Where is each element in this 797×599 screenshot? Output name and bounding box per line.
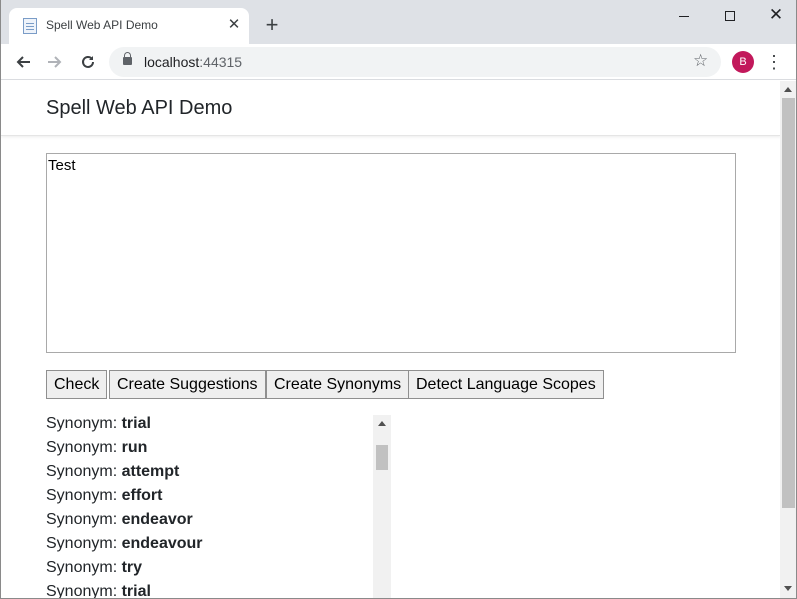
synonym-label: Synonym: (46, 559, 122, 576)
synonym-label: Synonym: (46, 487, 122, 504)
synonym-word: run (121, 439, 148, 456)
forward-arrow-icon (48, 56, 62, 68)
synonym-label: Synonym: (46, 439, 122, 456)
synonym-label: Synonym: (46, 511, 122, 528)
synonym-label: Synonym: (46, 415, 122, 432)
synonym-word: trial (121, 415, 151, 432)
synonym-label: Synonym: (46, 583, 122, 599)
scroll-up-arrow-icon[interactable] (378, 421, 386, 426)
create-suggestions-button[interactable]: Create Suggestions (109, 370, 266, 399)
synonym-result-row: Synonym: trial (46, 415, 391, 439)
browser-menu-icon[interactable]: ⋮ (764, 50, 784, 74)
lock-icon (123, 52, 132, 65)
back-button[interactable] (9, 48, 37, 76)
synonym-word: endeavor (121, 511, 193, 528)
synonym-word: endeavour (121, 535, 203, 552)
page-title[interactable]: Spell Web API Demo (46, 97, 232, 120)
minimize-button[interactable] (661, 0, 707, 30)
maximize-button[interactable] (707, 0, 753, 30)
profile-avatar[interactable]: B (732, 51, 754, 73)
synonym-word: trial (121, 583, 151, 599)
back-arrow-icon (16, 56, 30, 68)
page-navbar: Spell Web API Demo (1, 81, 781, 136)
synonym-result-row: Synonym: try (46, 559, 391, 583)
synonym-result-row: Synonym: run (46, 439, 391, 463)
new-tab-button[interactable]: + (261, 14, 283, 37)
minimize-icon (679, 15, 689, 17)
maximize-icon (725, 11, 735, 22)
results-list: Synonym: trial Synonym: run Synonym: attem… (46, 415, 391, 599)
url-host: localhost (144, 54, 200, 70)
reload-icon (82, 55, 94, 68)
reload-button[interactable] (74, 48, 102, 76)
detect-language-scopes-button[interactable]: Detect Language Scopes (408, 370, 604, 399)
browser-toolbar: localhost:44315 ☆ B ⋮ (1, 44, 796, 80)
tab-strip: Spell Web API Demo ✕ + ✕ (1, 0, 796, 44)
synonym-word: attempt (121, 463, 180, 480)
synonym-result-row: Synonym: effort (46, 487, 391, 511)
page-scrollbar-thumb[interactable] (782, 98, 795, 508)
url-text: localhost:44315 (144, 54, 242, 70)
forward-button[interactable] (41, 48, 69, 76)
create-synonyms-button[interactable]: Create Synonyms (266, 370, 410, 399)
browser-window: Spell Web API Demo ✕ + ✕ localhost:44315… (0, 0, 797, 599)
scrollbar-thumb[interactable] (376, 445, 388, 470)
synonym-result-row: Synonym: trial (46, 583, 391, 599)
window-close-button[interactable]: ✕ (753, 0, 796, 30)
text-input-area[interactable] (46, 153, 736, 353)
scroll-down-arrow-icon[interactable] (784, 586, 792, 591)
bookmark-star-icon[interactable]: ☆ (693, 51, 708, 71)
tab-close-icon[interactable]: ✕ (225, 16, 243, 34)
results-scrollbar[interactable] (373, 415, 391, 598)
synonym-result-row: Synonym: endeavor (46, 511, 391, 535)
synonym-word: try (121, 559, 143, 576)
synonym-label: Synonym: (46, 535, 122, 552)
page-favicon-icon (23, 18, 37, 34)
scroll-up-arrow-icon[interactable] (784, 87, 792, 92)
tab-title: Spell Web API Demo (46, 18, 158, 32)
synonym-label: Synonym: (46, 463, 122, 480)
synonym-word: effort (121, 487, 163, 504)
synonym-result-row: Synonym: attempt (46, 463, 391, 487)
page-scrollbar[interactable] (780, 81, 796, 598)
address-bar[interactable]: localhost:44315 ☆ (109, 47, 721, 77)
browser-tab[interactable]: Spell Web API Demo ✕ (9, 8, 249, 44)
url-port: :44315 (199, 54, 243, 70)
check-button[interactable]: Check (46, 370, 108, 399)
synonym-result-row: Synonym: endeavour (46, 535, 391, 559)
